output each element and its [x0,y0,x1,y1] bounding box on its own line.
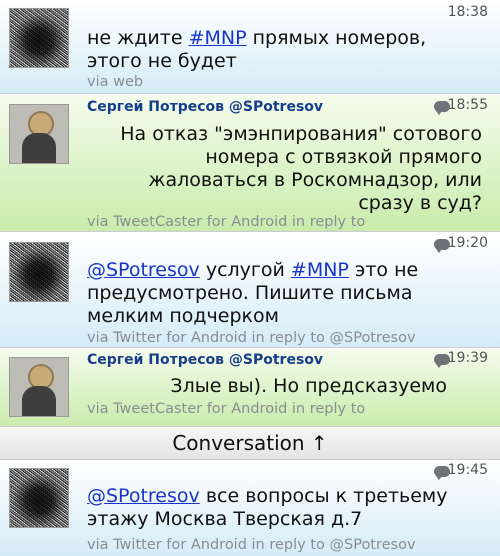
avatar[interactable] [9,468,69,528]
tweet-item[interactable]: Сергей Потресов @SPotresov 18:55 На отка… [0,95,500,232]
tweet-source: via TweetCaster for Android in reply to [87,401,366,417]
hashtag-link[interactable]: #MNP [291,259,349,281]
tweet-item[interactable]: 18:38 не ждите #MNP прямых номеров, этог… [0,0,500,94]
tweet-text: Злые вы). Но предсказуемо [170,375,447,397]
tweet-time: 18:55 [447,97,488,113]
tweet-source: via Twitter for Android in reply to @SPo… [87,537,416,553]
tweet-time: 18:38 [447,4,488,20]
tweet-text: @SPotresov услугой #MNP это не предусмот… [87,259,419,327]
tweet-author[interactable]: Сергей Потресов @SPotresov [87,352,323,368]
tweet-item[interactable]: Сергей Потресов @SPotresov 19:39 Злые вы… [0,349,500,427]
mention-link[interactable]: @SPotresov [87,259,200,281]
conversation-toggle-button[interactable]: Conversation ↑ [0,427,500,460]
avatar[interactable] [9,357,69,417]
tweet-text: не ждите #MNP прямых номеров, этого не б… [87,27,427,72]
tweet-source: via web [87,74,144,90]
avatar[interactable] [9,104,69,164]
tweet-time: 19:20 [447,235,488,251]
tweet-author[interactable]: Сергей Потресов @SPotresov [87,99,323,115]
tweet-source: via Twitter for Android in reply to @SPo… [87,330,416,346]
tweet-time: 19:39 [447,350,488,366]
tweet-text: На отказ "эмэнпирования" сотового номера… [120,123,482,214]
tweet-source: via TweetCaster for Android in reply to [87,214,366,230]
tweet-text: @SPotresov все вопросы к третьему этажу … [87,485,448,530]
mention-link[interactable]: @SPotresov [87,485,200,507]
tweet-item[interactable]: 19:45 @SPotresov все вопросы к третьему … [0,460,500,556]
hashtag-link[interactable]: #MNP [189,27,247,49]
avatar[interactable] [9,242,69,302]
tweet-item[interactable]: 19:20 @SPotresov услугой #MNP это не пре… [0,233,500,348]
tweet-time: 19:45 [447,462,488,478]
avatar[interactable] [9,8,69,68]
conversation-label: Conversation ↑ [172,431,328,455]
